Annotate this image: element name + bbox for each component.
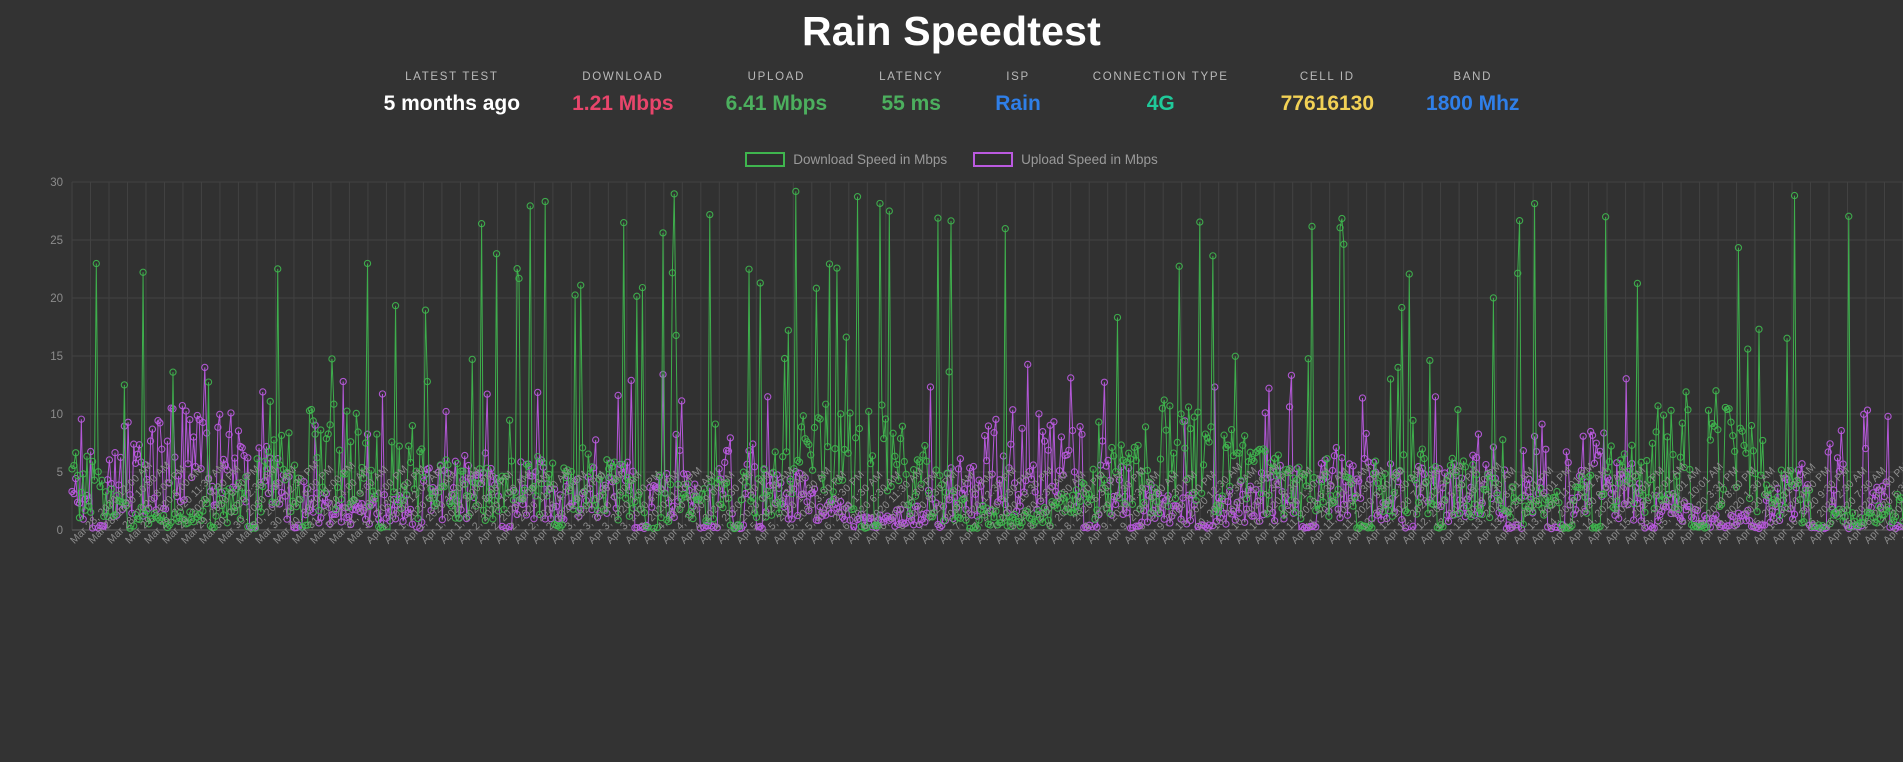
legend-label: Upload Speed in Mbps (1021, 151, 1158, 167)
speedtest-dashboard: Rain Speedtest LATEST TEST 5 months ago DO… (0, 0, 1903, 762)
stat-value: 77616130 (1280, 92, 1375, 115)
y-tick-label: 20 (50, 293, 63, 305)
stat-label: CELL ID (1299, 71, 1355, 83)
chart-canvas: 0 5 10 15 20 25 30 (50, 177, 1903, 537)
y-tick-label: 10 (50, 409, 63, 421)
stat-label: DOWNLOAD (582, 71, 664, 83)
stat-value: 4G (1146, 92, 1175, 115)
stat-band: BAND 1800 Mhz (1400, 71, 1545, 116)
stat-download: DOWNLOAD 1.21 Mbps (546, 71, 700, 116)
legend-swatch-icon (973, 151, 1014, 167)
stat-label: ISP (1006, 71, 1030, 83)
stat-value: 6.41 Mbps (725, 92, 828, 115)
stat-connection-type: CONNECTION TYPE 4G (1067, 71, 1255, 116)
stat-label: UPLOAD (747, 71, 806, 83)
stat-isp: ISP Rain (969, 71, 1067, 116)
legend-label: Download Speed in Mbps (793, 151, 948, 167)
stat-value: 1.21 Mbps (572, 92, 674, 115)
y-tick-label: 5 (57, 467, 63, 479)
stat-upload: UPLOAD 6.41 Mbps (700, 71, 854, 116)
chart-legend: Download Speed in Mbps Upload Speed in Mb… (0, 148, 1903, 170)
stat-value: 1800 Mhz (1426, 92, 1520, 115)
stat-value: 55 ms (881, 92, 941, 115)
stat-value: 5 months ago (383, 92, 521, 115)
speed-history-chart: Download Speed in Mbps Upload Speed in Mb… (0, 148, 1903, 690)
stat-label: LATEST TEST (405, 71, 499, 83)
stat-cell-id: CELL ID 77616130 (1255, 71, 1400, 116)
stat-label: BAND (1453, 71, 1493, 83)
legend-item-upload[interactable]: Upload Speed in Mbps (973, 151, 1158, 167)
stat-value: Rain (995, 92, 1041, 115)
legend-item-download[interactable]: Download Speed in Mbps (745, 151, 948, 167)
stat-latest-test: LATEST TEST 5 months ago (358, 71, 547, 116)
y-tick-label: 25 (50, 235, 63, 247)
chart-plot-area: 0 5 10 15 20 25 30 Mar 28, 2020 12:00 AM Mar 28… (0, 170, 1903, 690)
stat-latency: LATENCY 55 ms (853, 71, 969, 116)
y-tick-label: 30 (50, 177, 63, 189)
page-title: Rain Speedtest (802, 8, 1101, 54)
stat-label: LATENCY (879, 71, 944, 83)
stats-summary-row: LATEST TEST 5 months ago DOWNLOAD 1.21 Mbps… (0, 71, 1903, 116)
legend-swatch-icon (745, 151, 786, 167)
y-tick-label: 15 (50, 351, 63, 363)
y-tick-label: 0 (57, 525, 63, 537)
stat-label: CONNECTION TYPE (1092, 71, 1229, 83)
